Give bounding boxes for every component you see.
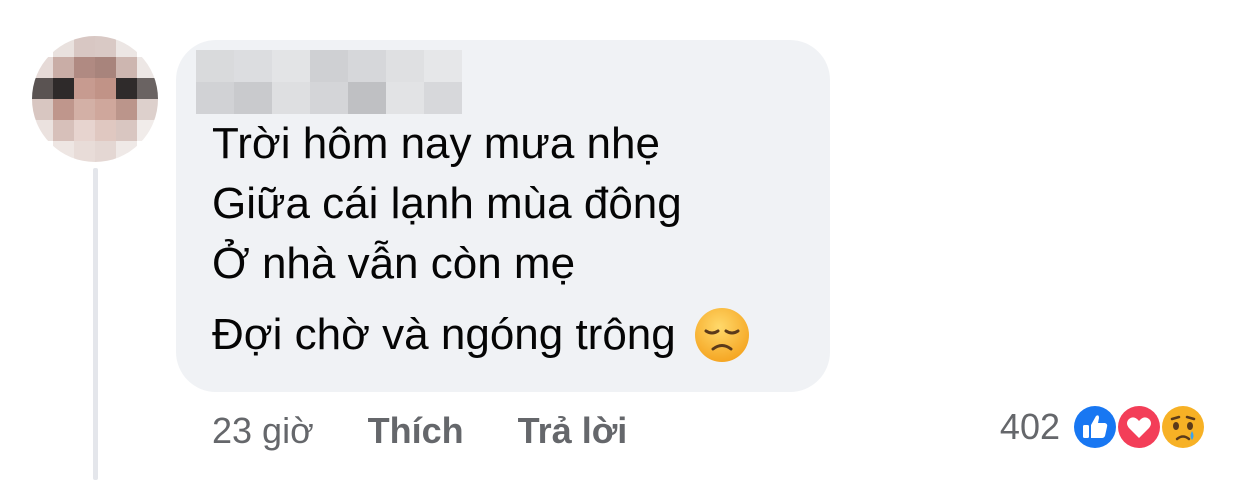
sad-icon: [1160, 404, 1206, 450]
reply-button[interactable]: Trả lời: [518, 410, 628, 452]
like-icon: [1072, 404, 1118, 450]
comment-actions: 23 giờ Thích Trả lời: [212, 410, 627, 452]
reaction-count: 402: [999, 406, 1060, 447]
comment-line-last: Đợi chờ và ngóng trông: [212, 305, 750, 365]
reactions-summary[interactable]: 402: [1000, 402, 1208, 452]
disappointed-face-icon: [694, 308, 749, 362]
comment-line: Giữa cái lạnh mùa đông: [212, 179, 682, 228]
comment-line: Đợi chờ và ngóng trông: [212, 310, 676, 359]
author-name-blurred[interactable]: [196, 50, 462, 114]
like-button[interactable]: Thích: [368, 410, 464, 452]
comment-line: Ở nhà vẫn còn mẹ: [212, 239, 576, 288]
comment-text: Trời hôm nay mưa nhẹ Giữa cái lạnh mùa đ…: [212, 114, 750, 365]
love-icon: [1116, 404, 1162, 450]
timestamp[interactable]: 23 giờ: [212, 410, 314, 452]
comment-line: Trời hôm nay mưa nhẹ: [212, 119, 660, 168]
avatar[interactable]: [32, 36, 158, 162]
thread-line: [93, 168, 98, 480]
comment-bubble: Trời hôm nay mưa nhẹ Giữa cái lạnh mùa đ…: [176, 40, 830, 392]
